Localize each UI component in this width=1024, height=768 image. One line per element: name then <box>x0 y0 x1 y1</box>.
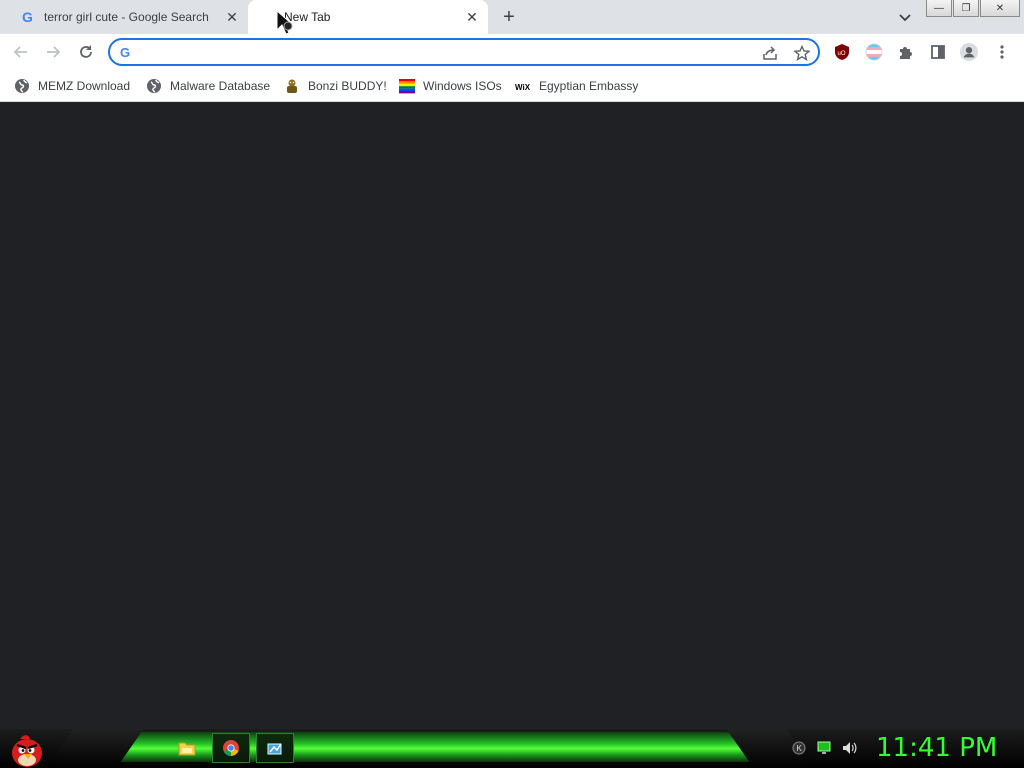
address-input[interactable] <box>140 43 744 63</box>
start-button-angry-bird-icon[interactable] <box>8 732 46 768</box>
mouse-cursor-busy-icon <box>276 9 298 36</box>
share-icon[interactable] <box>762 45 778 61</box>
new-tab-page-content <box>0 102 1024 729</box>
profile-avatar-icon[interactable] <box>960 43 978 61</box>
svg-text:WiX: WiX <box>515 83 531 92</box>
tray-language-icon[interactable]: K <box>791 740 807 756</box>
svg-text:G: G <box>22 9 33 25</box>
tray-network-icon[interactable] <box>816 740 832 756</box>
reload-icon[interactable] <box>75 41 97 63</box>
taskbar-app-icon[interactable] <box>256 733 294 763</box>
taskbar-clock[interactable]: 11:41 PM <box>876 733 997 763</box>
wix-icon: WiX <box>515 78 531 94</box>
address-bar[interactable]: G <box>108 38 820 66</box>
bookmark-malware-database[interactable]: Malware Database <box>146 77 270 95</box>
svg-text:K: K <box>797 744 803 753</box>
side-panel-icon[interactable] <box>929 43 947 61</box>
tab-strip: G terror girl cute - Google Search ✕ New… <box>0 0 1024 34</box>
globe-icon <box>14 78 30 94</box>
forward-icon[interactable] <box>42 41 64 63</box>
taskbar-chrome-icon[interactable] <box>212 733 250 763</box>
menu-kebab-icon[interactable] <box>993 43 1011 61</box>
back-icon[interactable] <box>10 41 32 63</box>
bookmark-label: Malware Database <box>170 79 271 93</box>
bookmark-windows-isos[interactable]: Windows ISOs <box>399 77 502 95</box>
tray-volume-icon[interactable] <box>841 740 857 756</box>
svg-text:uO: uO <box>838 51 846 57</box>
bookmark-bonzi-buddy[interactable]: Bonzi BUDDY! <box>284 77 387 95</box>
close-window-button[interactable]: ✕ <box>980 0 1020 17</box>
google-g-icon: G <box>20 9 36 25</box>
browser-toolbar: G uO <box>0 34 1024 70</box>
bookmark-label: Bonzi BUDDY! <box>308 79 387 93</box>
ublock-origin-icon[interactable]: uO <box>833 43 851 61</box>
svg-text:G: G <box>120 45 130 59</box>
taskbar-decor-left <box>46 729 144 768</box>
google-g-icon: G <box>119 45 133 64</box>
maximize-button[interactable]: ❐ <box>953 0 979 17</box>
bookmark-egyptian-embassy[interactable]: WiX Egyptian Embassy <box>515 77 638 95</box>
bookmark-star-icon[interactable] <box>793 44 811 61</box>
bookmark-label: Egyptian Embassy <box>539 79 639 93</box>
bookmarks-bar: MEMZ Download Malware Database Bonzi BUD… <box>0 70 1024 102</box>
bonzi-icon <box>284 78 300 94</box>
globe-icon <box>146 78 162 94</box>
minimize-button[interactable]: — <box>926 0 952 17</box>
tab-close-button[interactable]: ✕ <box>222 7 242 27</box>
tab-title: terror girl cute - Google Search <box>44 10 209 24</box>
extensions-puzzle-icon[interactable] <box>897 43 915 61</box>
taskbar-file-explorer-icon[interactable] <box>168 733 206 763</box>
window-controls: — ❐ ✕ <box>926 0 1021 18</box>
taskbar: K 11:41 PM <box>0 729 1024 768</box>
tab-close-button[interactable]: ✕ <box>462 7 482 27</box>
bookmark-label: Windows ISOs <box>423 79 502 93</box>
new-tab-button[interactable]: + <box>498 6 520 28</box>
bookmark-memz-download[interactable]: MEMZ Download <box>14 77 130 95</box>
tab-title: New Tab <box>284 10 331 24</box>
bookmark-label: MEMZ Download <box>38 79 131 93</box>
rainbow-flag-icon <box>399 78 415 94</box>
trans-flag-extension-icon[interactable] <box>865 43 883 61</box>
tab-search-chevron-icon[interactable] <box>896 8 914 26</box>
tab-google-search[interactable]: G terror girl cute - Google Search ✕ <box>8 0 248 34</box>
